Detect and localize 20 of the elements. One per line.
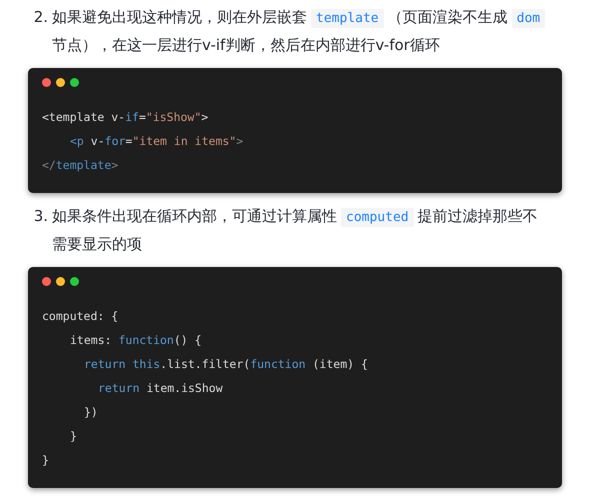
code-line: computed: {: [42, 308, 120, 325]
code-line: return item.isShow: [98, 380, 224, 397]
list-number: 3.: [32, 206, 48, 227]
code-line: }: [42, 452, 50, 469]
maximize-dot-icon: [70, 78, 79, 87]
list-number: 2.: [32, 7, 48, 28]
code-line: </template>: [42, 157, 120, 174]
minimize-dot-icon: [56, 277, 65, 286]
code-line: <p v-for="item in items">: [70, 133, 244, 150]
code-line: <template v-if="isShow">: [42, 109, 210, 126]
paragraph-text: 如果条件出现在循环内部，可通过计算属性 computed 提前过滤掉那些不需要显示的项: [52, 206, 539, 255]
minimize-dot-icon: [56, 78, 65, 87]
code-line: }: [70, 428, 78, 445]
close-dot-icon: [42, 78, 51, 87]
paragraph-text: 如果避免出现这种情况，则在外层嵌套 template （页面渲染不生成 dom 节点），在这一层进行v-if判断，然后在内部进行v-for循环: [52, 4, 552, 58]
code-line: }): [84, 404, 99, 421]
code-line: return this.list.filter(function (item) {: [84, 356, 369, 373]
maximize-dot-icon: [70, 277, 79, 286]
close-dot-icon: [42, 277, 51, 286]
code-line: items: function() {: [70, 332, 203, 349]
